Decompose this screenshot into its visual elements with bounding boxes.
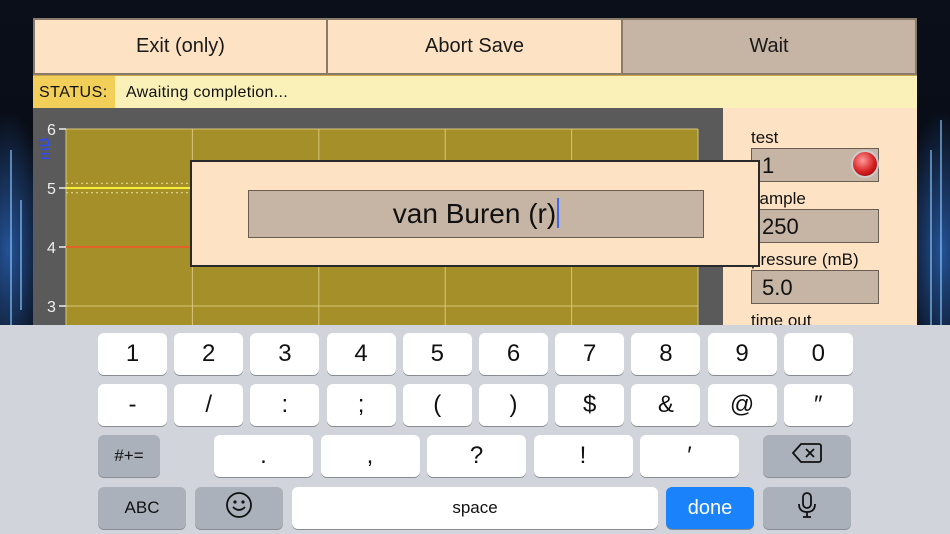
key[interactable]: ′	[640, 435, 739, 477]
text-entry-dialog: van Buren (r)	[190, 160, 760, 267]
key[interactable]: (	[402, 384, 472, 426]
emoji-icon	[225, 491, 253, 526]
y-axis-label: mB	[36, 138, 53, 161]
exit-only-button[interactable]: Exit (only)	[33, 18, 328, 75]
backspace-key[interactable]	[763, 435, 851, 477]
key[interactable]: !	[533, 435, 633, 477]
key[interactable]: @	[707, 384, 777, 426]
pressure-label: pressure (mB)	[751, 250, 859, 269]
onscreen-keyboard: 1234567890 - /:;() $ & @ ″ #+= .,?! ′ ABC spac…	[0, 325, 950, 534]
status-label: STATUS:	[39, 84, 108, 101]
key[interactable]: 6	[479, 333, 548, 375]
key[interactable]: 7	[555, 333, 625, 375]
backspace-icon	[791, 442, 822, 471]
status-led-icon	[851, 150, 879, 178]
key[interactable]: 2	[174, 333, 244, 375]
done-key[interactable]: done	[666, 487, 754, 529]
name-input[interactable]: van Buren (r)	[248, 190, 704, 238]
key[interactable]: $	[555, 384, 625, 426]
abort-save-button[interactable]: Abort Save	[328, 18, 623, 75]
sample-field[interactable]: 250	[751, 209, 879, 243]
key[interactable]: &	[631, 384, 701, 426]
key[interactable]: ,	[320, 435, 420, 477]
status-bar: STATUS: Awaiting completion...	[33, 75, 917, 108]
key[interactable]: :	[250, 384, 320, 426]
key[interactable]: /	[174, 384, 244, 426]
name-input-value: van Buren (r)	[392, 198, 557, 229]
symbols-mode-key[interactable]: #+=	[98, 435, 160, 477]
key[interactable]: )	[479, 384, 548, 426]
key[interactable]: ″	[783, 384, 853, 426]
wait-button[interactable]: Wait	[623, 18, 917, 75]
toolbar: Exit (only) Abort Save Wait	[33, 18, 917, 75]
space-key[interactable]: space	[292, 487, 658, 529]
microphone-key[interactable]	[763, 487, 851, 529]
key[interactable]: 9	[707, 333, 777, 375]
abc-key[interactable]: ABC	[98, 487, 186, 529]
emoji-key[interactable]	[195, 487, 283, 529]
key[interactable]: 0	[783, 333, 853, 375]
key[interactable]: 8	[631, 333, 701, 375]
status-text: Awaiting completion...	[115, 76, 917, 108]
key[interactable]: 3	[250, 333, 320, 375]
key[interactable]: ;	[326, 384, 396, 426]
key[interactable]: -	[98, 384, 167, 426]
y-tick-label: 4	[47, 240, 56, 257]
key[interactable]: 4	[326, 333, 396, 375]
key[interactable]: ?	[427, 435, 526, 477]
pressure-field[interactable]: 5.0	[751, 270, 879, 304]
test-label: test	[751, 128, 779, 147]
text-caret	[557, 198, 560, 228]
key[interactable]: 5	[402, 333, 472, 375]
microphone-icon	[797, 491, 817, 526]
y-tick-label: 5	[47, 181, 56, 198]
y-tick-label: 3	[47, 299, 56, 316]
key[interactable]: .	[214, 435, 313, 477]
key[interactable]: 1	[98, 333, 167, 375]
y-tick-label: 6	[47, 122, 56, 139]
